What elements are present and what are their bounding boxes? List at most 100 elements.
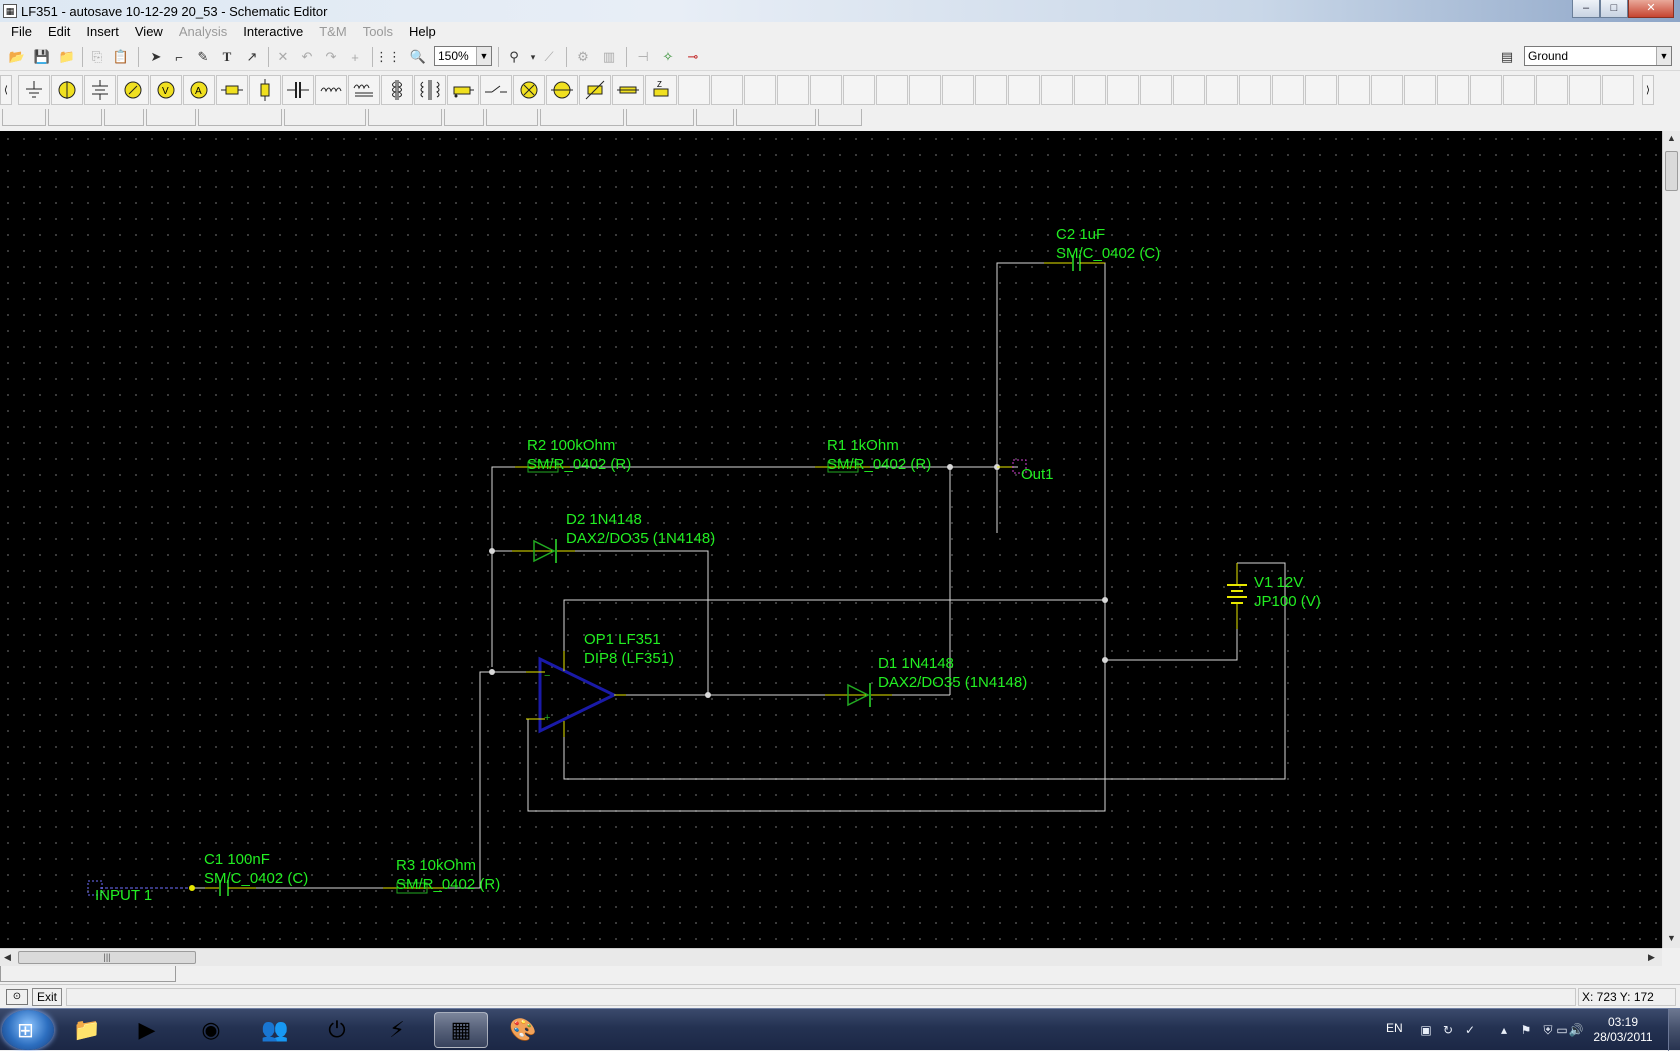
meter-icon[interactable]: ⚙ (572, 46, 594, 68)
paste-icon[interactable]: 📋 (110, 46, 132, 68)
toolbar-tab[interactable] (626, 109, 694, 126)
scroll-up-icon[interactable]: ▲ (1667, 133, 1676, 143)
copy-icon[interactable]: ⎘ (86, 46, 108, 68)
empty-slot[interactable] (1437, 75, 1469, 105)
transformer-icon[interactable] (381, 75, 413, 105)
wand-icon[interactable]: ✧ (657, 46, 679, 68)
vertical-scroll-thumb[interactable] (1665, 151, 1678, 191)
toolbar-tab[interactable] (818, 109, 862, 126)
ammeter-icon[interactable]: A (183, 75, 215, 105)
explorer-taskbar-icon[interactable]: 📁 (60, 1012, 114, 1048)
crosshair-icon[interactable]: + (344, 46, 366, 68)
grid-icon[interactable]: ⋮⋮ (375, 46, 401, 68)
menu-interactive[interactable]: Interactive (235, 22, 311, 42)
component-icon[interactable]: ⊣ (632, 46, 654, 68)
probe-icon[interactable]: ⟋ (538, 46, 560, 68)
capacitor-icon[interactable] (282, 75, 314, 105)
volume-icon[interactable]: 🔊 (1568, 1022, 1584, 1038)
empty-slot[interactable] (1173, 75, 1205, 105)
voltmeter-icon[interactable]: V (150, 75, 182, 105)
show-desktop-button[interactable] (1668, 1009, 1680, 1051)
menu-help[interactable]: Help (401, 22, 444, 42)
toolbar-tab[interactable] (104, 109, 144, 126)
menu-analysis[interactable]: Analysis (171, 22, 235, 42)
empty-slot[interactable] (975, 75, 1007, 105)
toolbar-tab[interactable] (284, 109, 366, 126)
resistor-icon[interactable] (216, 75, 248, 105)
delete-icon[interactable]: ✕ (272, 46, 294, 68)
schematic-editor-taskbar-icon[interactable]: ▦ (434, 1012, 488, 1048)
tray-expand-icon[interactable]: ▴ (1496, 1022, 1512, 1038)
dc-dropdown-icon[interactable]: ▾ (528, 46, 538, 68)
tina-taskbar-icon[interactable]: ⚡ (370, 1012, 424, 1048)
empty-slot[interactable] (1140, 75, 1172, 105)
select-arrow-icon[interactable]: ➤ (145, 46, 167, 68)
save-icon[interactable]: 💾 (31, 46, 53, 68)
current-source-icon[interactable] (117, 75, 149, 105)
empty-slot[interactable] (1470, 75, 1502, 105)
toolbar-tab[interactable] (48, 109, 102, 126)
empty-slot[interactable] (1602, 75, 1634, 105)
scroll-right-icon[interactable]: ⟩ (1642, 75, 1654, 105)
coupled-inductor-icon[interactable] (348, 75, 380, 105)
ground-icon[interactable] (18, 75, 50, 105)
redo-icon[interactable]: ↷ (320, 46, 342, 68)
minimize-button[interactable]: – (1572, 0, 1600, 18)
empty-slot[interactable] (909, 75, 941, 105)
sync-icon[interactable]: ↻ (1440, 1022, 1456, 1038)
open-folder-icon[interactable]: 📂 (6, 46, 28, 68)
battery-icon[interactable] (84, 75, 116, 105)
empty-slot[interactable] (711, 75, 743, 105)
empty-slot[interactable] (1503, 75, 1535, 105)
sheet-tab[interactable] (0, 966, 176, 982)
empty-slot[interactable] (777, 75, 809, 105)
fuse-icon[interactable] (612, 75, 644, 105)
menu-view[interactable]: View (127, 22, 171, 42)
toolbar-tab[interactable] (2, 109, 46, 126)
messenger-taskbar-icon[interactable]: 👥 (248, 1012, 302, 1048)
power-app-taskbar-icon[interactable]: ⏻ (310, 1012, 364, 1048)
text-tool-icon[interactable]: T (216, 46, 238, 68)
empty-slot[interactable] (1371, 75, 1403, 105)
dc-analysis-icon[interactable]: ⚲ (503, 46, 525, 68)
empty-slot[interactable] (1074, 75, 1106, 105)
paint-taskbar-icon[interactable]: 🎨 (496, 1012, 550, 1048)
inductor-icon[interactable] (315, 75, 347, 105)
undo-icon[interactable]: ↶ (296, 46, 318, 68)
schematic-canvas[interactable]: − + C2 1uF SM/C_0402 (C) R2 100kOhm SM/R… (0, 131, 1662, 948)
scroll-left-arrow-icon[interactable]: ◀ (4, 952, 11, 963)
empty-slot[interactable] (1107, 75, 1139, 105)
impedance-icon[interactable]: Z (645, 75, 677, 105)
empty-slot[interactable] (1404, 75, 1436, 105)
battery-v1[interactable] (1227, 563, 1247, 629)
empty-slot[interactable] (1338, 75, 1370, 105)
scroll-right-arrow-icon[interactable]: ▶ (1648, 952, 1655, 963)
status-mode-icon[interactable]: ⊙ (6, 989, 28, 1005)
scroll-down-icon[interactable]: ▼ (1667, 933, 1676, 943)
ideal-transformer-icon[interactable] (414, 75, 446, 105)
pencil-icon[interactable]: ✎ (192, 46, 214, 68)
vertical-scrollbar[interactable]: ▲ ▼ (1662, 131, 1680, 948)
empty-slot[interactable] (1305, 75, 1337, 105)
toolbar-tab[interactable] (486, 109, 538, 126)
menu-tm[interactable]: T&M (311, 22, 354, 42)
maximize-button[interactable]: □ (1600, 0, 1628, 18)
chrome-taskbar-icon[interactable]: ◉ (184, 1012, 238, 1048)
tray-app-icon[interactable]: ▣ (1418, 1022, 1434, 1038)
lamp-icon[interactable] (513, 75, 545, 105)
label-tool-icon[interactable]: ↗ (241, 46, 263, 68)
instrument-icon[interactable]: ▥ (598, 46, 620, 68)
potentiometer-icon[interactable] (249, 75, 281, 105)
flag-icon[interactable]: ⚑ (1518, 1022, 1534, 1038)
toolbar-tab[interactable] (444, 109, 484, 126)
update-icon[interactable]: ✓ (1462, 1022, 1478, 1038)
menu-file[interactable]: File (3, 22, 40, 42)
toolbar-tab[interactable] (146, 109, 196, 126)
clock[interactable]: 03:19 28/03/2011 (1588, 1015, 1658, 1045)
empty-slot[interactable] (1272, 75, 1304, 105)
wire-tool-icon[interactable]: ⌐ (168, 46, 190, 68)
toolbar-tab[interactable] (696, 109, 734, 126)
open-icon[interactable]: 📁 (56, 46, 78, 68)
empty-slot[interactable] (1569, 75, 1601, 105)
pin-icon[interactable]: ⊸ (682, 46, 704, 68)
